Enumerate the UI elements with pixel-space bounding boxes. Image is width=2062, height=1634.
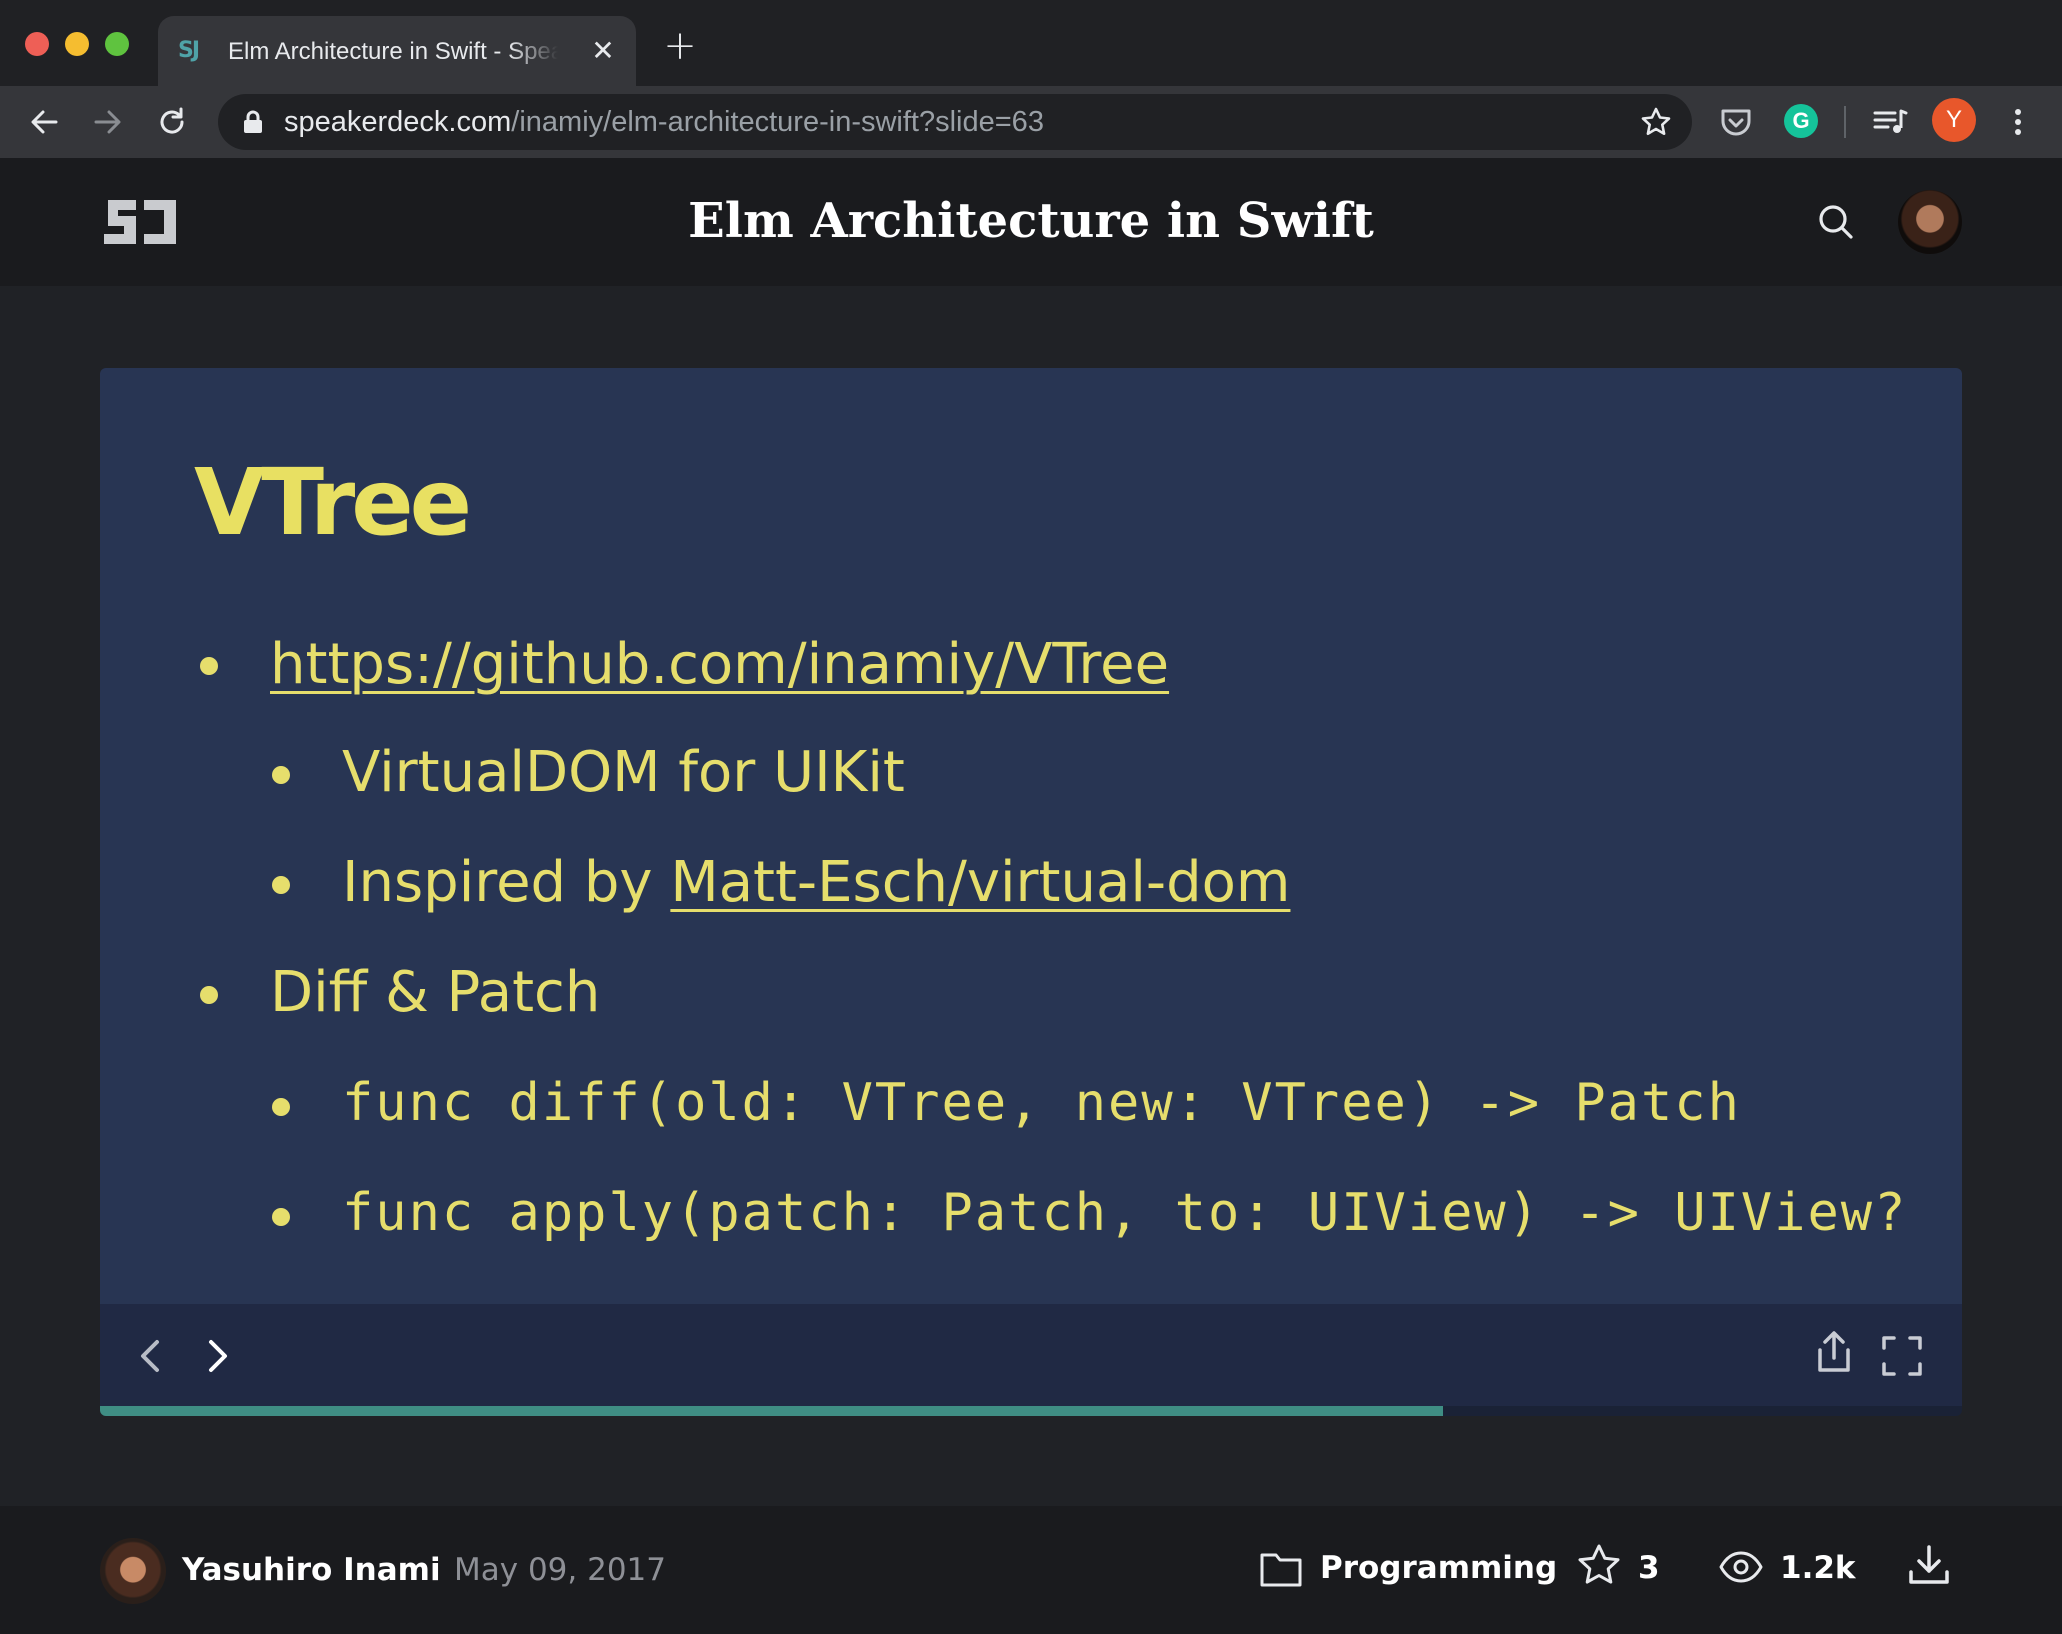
bullet-marker: [200, 657, 218, 675]
slide-controls-bar: [100, 1304, 1962, 1406]
bullet-marker: [272, 1098, 290, 1116]
browser-tab-active[interactable]: SJ Elm Architecture in Swift - Speaker D…: [158, 16, 636, 86]
back-arrow-icon[interactable]: [26, 104, 62, 140]
bullet-marker: [200, 986, 218, 1004]
slide-bullet-text: VirtualDOM for UIKit: [342, 740, 905, 805]
slide-code-text: func diff(old: VTree, new: VTree) -> Pat…: [342, 1073, 1741, 1133]
virtual-dom-link[interactable]: Matt-Esch/virtual-dom: [670, 850, 1290, 915]
user-avatar[interactable]: [1898, 190, 1962, 254]
category-link[interactable]: Programming: [1320, 1548, 1557, 1588]
bullet-marker: [272, 766, 290, 784]
publish-date: May 09, 2017: [454, 1552, 666, 1588]
toolbar-divider: [1844, 106, 1846, 138]
slide-bullet-text: Diff & Patch: [270, 960, 601, 1025]
view-count: 1.2k: [1780, 1550, 1856, 1586]
reload-icon[interactable]: [154, 104, 190, 140]
star-count: 3: [1638, 1550, 1660, 1586]
bullet-marker: [272, 1208, 290, 1226]
page-title: Elm Architecture in Swift: [688, 193, 1374, 249]
lock-icon: [244, 110, 262, 133]
close-window-button[interactable]: [25, 32, 49, 56]
author-name[interactable]: Yasuhiro Inami: [182, 1550, 441, 1590]
download-icon[interactable]: [1906, 1542, 1952, 1588]
bookmark-star-icon[interactable]: [1640, 106, 1672, 138]
grammarly-icon[interactable]: G: [1784, 104, 1818, 138]
minimize-window-button[interactable]: [65, 32, 89, 56]
search-icon[interactable]: [1816, 202, 1856, 242]
profile-avatar[interactable]: Y: [1932, 98, 1976, 142]
site-header: Elm Architecture in Swift: [0, 158, 2062, 286]
tab-close-button[interactable]: ✕: [588, 36, 618, 66]
pocket-icon[interactable]: [1718, 104, 1754, 140]
browser-tab-strip: SJ Elm Architecture in Swift - Speaker D…: [0, 0, 2062, 86]
speakerdeck-favicon-icon: SJ: [178, 38, 200, 63]
star-icon[interactable]: [1576, 1542, 1622, 1588]
share-icon[interactable]: [1812, 1330, 1856, 1374]
slide-code-text: func apply(patch: Patch, to: UIView) -> …: [342, 1183, 1908, 1243]
eye-icon: [1719, 1551, 1763, 1583]
tab-title: Elm Architecture in Swift - Speaker Deck: [228, 38, 558, 65]
vtree-repo-link[interactable]: https://github.com/inamiy/VTree: [270, 630, 1169, 700]
browser-toolbar: speakerdeck.com/inamiy/elm-architecture-…: [0, 86, 2062, 158]
url-text[interactable]: speakerdeck.com/inamiy/elm-architecture-…: [284, 106, 1044, 138]
slide-bullet-text: Inspired by Matt-Esch/virtual-dom: [342, 848, 1290, 918]
zoom-window-button[interactable]: [105, 32, 129, 56]
url-host: speakerdeck.com: [284, 106, 512, 138]
deck-info-footer: Yasuhiro Inami May 09, 2017 Programming …: [0, 1506, 2062, 1634]
slide-canvas[interactable]: VTree https://github.com/inamiy/VTree Vi…: [100, 368, 1962, 1304]
address-bar[interactable]: speakerdeck.com/inamiy/elm-architecture-…: [218, 94, 1692, 150]
next-slide-icon[interactable]: [194, 1334, 238, 1378]
slide-heading: VTree: [194, 449, 472, 556]
folder-icon[interactable]: [1258, 1546, 1304, 1592]
url-path: /inamiy/elm-architecture-in-swift?slide=…: [511, 106, 1044, 138]
new-tab-button[interactable]: +: [662, 26, 698, 66]
prev-slide-icon[interactable]: [130, 1334, 174, 1378]
bullet-prefix: Inspired by: [342, 850, 671, 915]
fullscreen-icon[interactable]: [1880, 1334, 1924, 1378]
slide-progress-fill: [100, 1406, 1443, 1416]
media-queue-icon[interactable]: [1872, 104, 1908, 140]
kebab-menu-icon[interactable]: [2000, 104, 2036, 140]
bullet-marker: [272, 876, 290, 894]
forward-arrow-icon[interactable]: [90, 104, 126, 140]
slide-progress-bar[interactable]: [100, 1406, 1962, 1416]
author-avatar[interactable]: [100, 1538, 166, 1604]
